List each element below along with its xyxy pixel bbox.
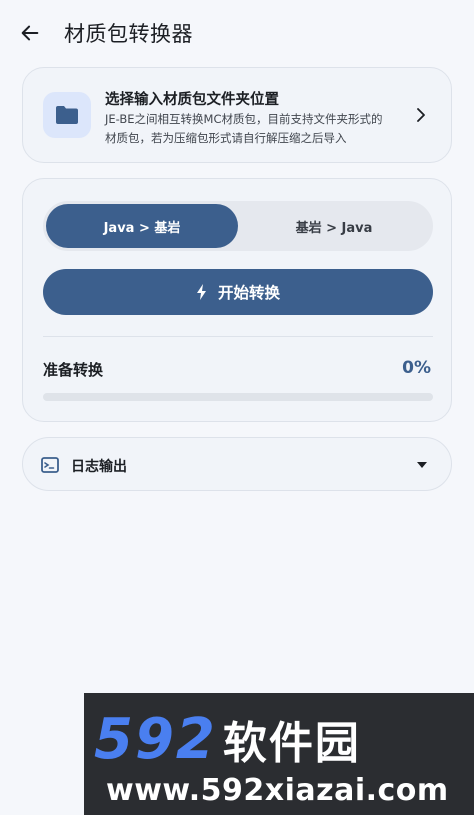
folder-select-card[interactable]: 选择输入材质包文件夹位置 JE-BE之间相互转换MC材质包，目前支持文件夹形式的… <box>22 67 452 163</box>
back-button[interactable] <box>14 17 46 49</box>
folder-icon-box <box>43 92 91 138</box>
folder-card-description: JE-BE之间相互转换MC材质包，目前支持文件夹形式的 材质包，若为压缩包形式请… <box>105 110 415 148</box>
watermark-url: www.592xiazai.com <box>106 773 449 808</box>
mode-bedrock-to-java[interactable]: 基岩 > Java <box>238 204 430 248</box>
folder-desc-line-1: JE-BE之间相互转换MC材质包，目前支持文件夹形式的 <box>105 112 383 126</box>
folder-icon <box>56 106 78 124</box>
mode-java-to-bedrock[interactable]: Java > 基岩 <box>46 204 238 248</box>
app-bar: 材质包转换器 <box>0 0 474 66</box>
log-output-label: 日志输出 <box>71 459 127 475</box>
page-title: 材质包转换器 <box>64 22 193 46</box>
watermark-brand: 592 软件园 <box>94 707 361 772</box>
divider <box>43 336 433 337</box>
chevron-right-icon <box>417 108 425 122</box>
log-output-card[interactable]: 日志输出 <box>22 437 452 491</box>
watermark-number: 592 <box>94 707 217 772</box>
start-convert-label: 开始转换 <box>217 284 280 302</box>
convert-card: Java > 基岩 基岩 > Java 开始转换 准备转换 0% <box>22 178 452 422</box>
watermark-chinese: 软件园 <box>222 718 361 769</box>
terminal-icon <box>41 457 59 473</box>
bolt-icon <box>196 284 206 300</box>
dropdown-arrow-icon <box>417 462 427 468</box>
arrow-left-icon <box>21 25 39 41</box>
watermark-overlay: 592 软件园 www.592xiazai.com <box>84 693 474 815</box>
progress-percent: 0% <box>402 358 431 378</box>
folder-desc-line-2: 材质包，若为压缩包形式请自行解压缩之后导入 <box>105 131 347 145</box>
status-label: 准备转换 <box>43 361 104 379</box>
progress-bar <box>43 393 433 401</box>
folder-card-title: 选择输入材质包文件夹位置 <box>105 92 279 108</box>
start-convert-button[interactable]: 开始转换 <box>43 269 433 315</box>
mode-segmented-control: Java > 基岩 基岩 > Java <box>43 201 433 251</box>
